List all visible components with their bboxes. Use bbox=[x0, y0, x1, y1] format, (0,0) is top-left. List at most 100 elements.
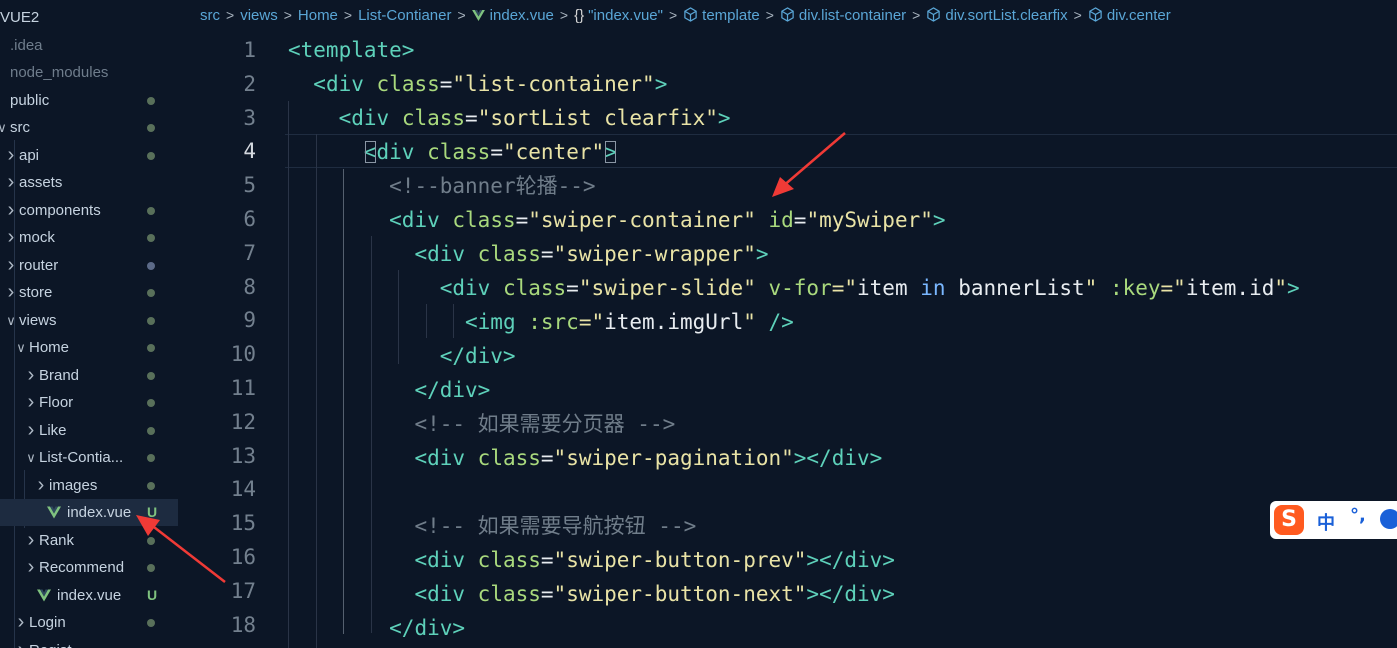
breadcrumb-views[interactable]: views bbox=[240, 7, 278, 24]
chevron-right-icon[interactable]: › bbox=[5, 169, 17, 196]
code-line-7: <div class="swiper-wrapper"> bbox=[288, 237, 768, 271]
chevron-right-icon[interactable]: › bbox=[25, 362, 37, 389]
git-status-dot bbox=[147, 619, 155, 627]
chevron-down-icon[interactable]: ∨ bbox=[0, 114, 8, 141]
tree-item[interactable]: ∨ Home bbox=[0, 334, 178, 361]
line-number: 10 bbox=[230, 342, 256, 367]
annotation-arrow bbox=[136, 515, 226, 583]
chevron-right-icon[interactable]: › bbox=[5, 197, 17, 224]
tree-item[interactable]: › components bbox=[0, 197, 178, 224]
token: "swiper-button-prev" bbox=[553, 548, 807, 572]
tree-item[interactable]: ∨ List-Contia... bbox=[0, 444, 178, 471]
code-line-1: <template> bbox=[288, 33, 414, 67]
token: class bbox=[477, 242, 541, 266]
breadcrumb-sortlist-div[interactable]: div.sortList.clearfix bbox=[945, 7, 1067, 24]
chevron-right-icon[interactable]: › bbox=[15, 609, 27, 636]
tree-item[interactable]: ∨ src bbox=[0, 114, 178, 141]
code-line-5: <!--banner轮播--> bbox=[288, 169, 595, 203]
code-line-18: </div> bbox=[288, 611, 465, 645]
explorer-root[interactable]: VUE2 bbox=[0, 4, 178, 31]
breadcrumb-file[interactable]: index.vue bbox=[490, 7, 554, 24]
code-line-12: <!-- 如果需要分页器 --> bbox=[288, 407, 675, 441]
token: :key bbox=[1109, 276, 1161, 300]
chevron-right-icon[interactable]: › bbox=[5, 279, 17, 306]
code-line-3: <div class="sortList clearfix"> bbox=[288, 101, 731, 135]
line-number: 14 bbox=[230, 477, 256, 502]
tree-item-label: src bbox=[10, 119, 30, 136]
breadcrumb-center-div[interactable]: div.center bbox=[1107, 7, 1171, 24]
code-line-17: <div class="swiper-button-next"></div> bbox=[288, 577, 895, 611]
chevron-down-icon[interactable]: ∨ bbox=[15, 334, 27, 361]
tree-item[interactable]: › images bbox=[0, 472, 178, 499]
tree-item-label: mock bbox=[19, 229, 55, 246]
tree-item[interactable]: › store bbox=[0, 279, 178, 306]
breadcrumb-component[interactable]: "index.vue" bbox=[588, 7, 663, 24]
cube-icon bbox=[927, 7, 941, 22]
token: imgUrl bbox=[667, 310, 744, 334]
token: <img bbox=[465, 310, 516, 334]
token: = bbox=[515, 208, 529, 232]
tree-item-label: node_modules bbox=[10, 64, 109, 81]
breadcrumb-list-container-div[interactable]: div.list-container bbox=[799, 7, 906, 24]
tree-item[interactable]: ∨ views bbox=[0, 307, 178, 334]
tree-item[interactable]: › Brand bbox=[0, 362, 178, 389]
token: /> bbox=[768, 310, 794, 334]
tree-item[interactable]: › Login bbox=[0, 609, 178, 636]
breadcrumb-home[interactable]: Home bbox=[298, 7, 338, 24]
tree-item[interactable]: › mock bbox=[0, 224, 178, 251]
sogou-logo[interactable]: S bbox=[1274, 505, 1304, 535]
line-number: 3 bbox=[243, 105, 256, 130]
chevron-right-icon[interactable]: › bbox=[25, 417, 37, 444]
tree-item[interactable]: › Like bbox=[0, 417, 178, 444]
chevron-right-icon[interactable]: › bbox=[15, 637, 27, 648]
token: class bbox=[477, 446, 541, 470]
tree-item-label: public bbox=[10, 92, 50, 109]
breadcrumb-src[interactable]: src bbox=[200, 7, 220, 24]
chevron-right-icon[interactable]: › bbox=[5, 224, 17, 251]
tree-item[interactable]: ›Regist... bbox=[0, 637, 178, 648]
ime-toolbar[interactable]: S 中 °, bbox=[1270, 501, 1397, 539]
git-status-dot bbox=[147, 152, 155, 160]
tree-item-label: index.vue bbox=[57, 587, 122, 604]
tree-item-label: .idea bbox=[10, 37, 43, 54]
vue-icon bbox=[471, 10, 485, 21]
chevron-down-icon[interactable]: ∨ bbox=[5, 307, 17, 334]
braces-icon: {} bbox=[574, 7, 585, 24]
token: "center" bbox=[502, 140, 605, 164]
line-number: 18 bbox=[230, 612, 256, 637]
chevron-right-icon[interactable]: › bbox=[5, 252, 17, 279]
token: class bbox=[401, 106, 466, 130]
tree-item[interactable]: › Floor bbox=[0, 389, 178, 416]
breadcrumb: src > views > Home > List-Contianer > index.vue >… bbox=[180, 0, 1397, 33]
ime-mode-toggle[interactable]: 中 bbox=[1317, 509, 1335, 535]
tree-item-label: Like bbox=[39, 422, 67, 439]
tree-item-label: index.vue bbox=[67, 504, 132, 521]
ime-punctuation-toggle[interactable]: °, bbox=[1350, 505, 1366, 526]
tree-item[interactable]: › api bbox=[0, 142, 178, 169]
tree-item[interactable]: node_modules bbox=[0, 59, 178, 86]
breadcrumb-list-container[interactable]: List-Contianer bbox=[358, 7, 451, 24]
chevron-down-icon[interactable]: ∨ bbox=[25, 444, 37, 471]
chevron-right-icon: > bbox=[226, 7, 235, 23]
chevron-right-icon[interactable]: › bbox=[25, 554, 37, 581]
chevron-right-icon[interactable]: › bbox=[5, 142, 17, 169]
token: =" bbox=[1160, 276, 1186, 300]
token: v-for bbox=[768, 276, 832, 300]
tree-item-label: Regist... bbox=[29, 637, 84, 648]
chevron-right-icon[interactable]: › bbox=[25, 527, 37, 554]
git-status-dot bbox=[147, 454, 155, 462]
breadcrumb-template[interactable]: template bbox=[702, 7, 760, 24]
git-status-dot bbox=[147, 399, 155, 407]
tree-item[interactable]: › assets bbox=[0, 169, 178, 196]
token: = bbox=[490, 140, 503, 164]
smiley-icon[interactable] bbox=[1380, 509, 1397, 529]
tree-item[interactable]: › router bbox=[0, 252, 178, 279]
line-number: 1 bbox=[243, 38, 256, 62]
chevron-right-icon[interactable]: › bbox=[35, 472, 47, 499]
chevron-right-icon[interactable]: › bbox=[25, 389, 37, 416]
tree-item[interactable]: .idea bbox=[0, 32, 178, 59]
tree-item[interactable]: public bbox=[0, 87, 178, 114]
token: <div bbox=[414, 242, 466, 266]
token: "swiper-wrapper" bbox=[553, 242, 756, 266]
token: in bbox=[920, 276, 946, 300]
